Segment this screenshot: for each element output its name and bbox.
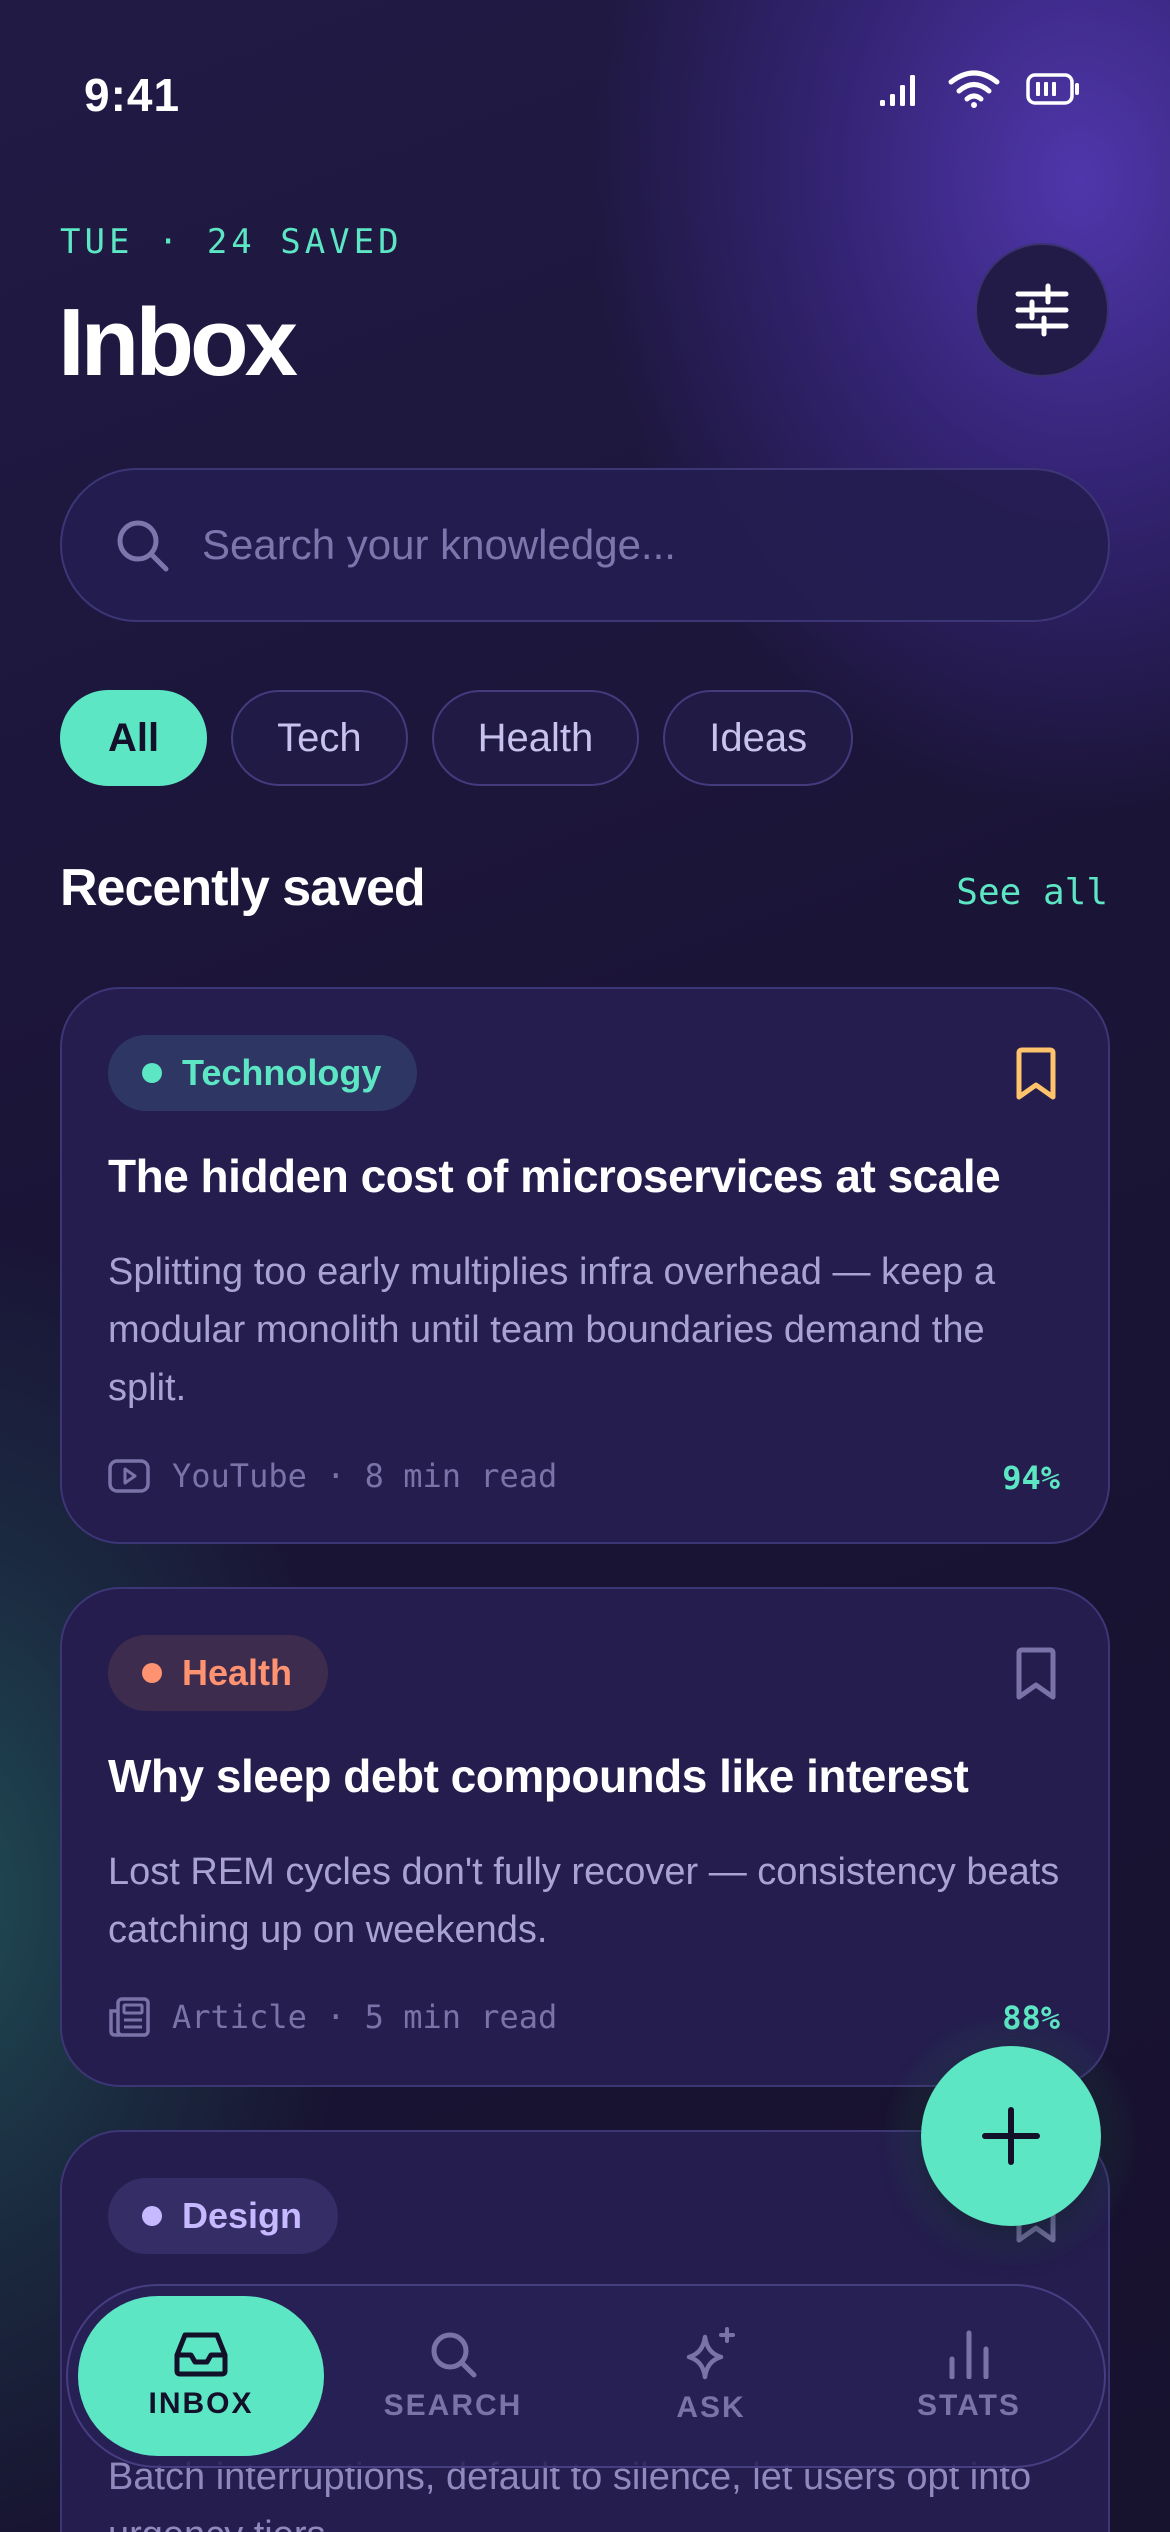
chip-ideas[interactable]: Ideas: [663, 690, 854, 786]
sparkle-icon: [686, 2327, 735, 2380]
section-title: Recently saved: [60, 859, 426, 917]
tab-label: ASK: [676, 2391, 746, 2424]
card-title: Why sleep debt compounds like interest: [108, 1750, 969, 1802]
plus-icon: [982, 2107, 1040, 2165]
card-meta: YouTube · 8 min read: [108, 1457, 557, 1495]
bar-chart-icon: [949, 2330, 989, 2379]
inbox-icon: [174, 2332, 228, 2377]
bookmark-button[interactable]: [1014, 1047, 1058, 1106]
header-eyebrow: TUE · 24 SAVED: [60, 222, 403, 262]
search-bar[interactable]: [60, 468, 1110, 622]
card-meta: Article · 5 min read: [108, 1997, 557, 2037]
chip-tech[interactable]: Tech: [231, 690, 408, 786]
relevance-score: 94%: [1002, 1459, 1060, 1497]
bookmark-filled-icon: [1016, 1047, 1056, 1100]
bookmark-outline-icon: [1016, 1647, 1056, 1700]
tag-label: Health: [182, 1652, 293, 1693]
tag-dot: [142, 1663, 162, 1683]
status-time: 9:41: [84, 69, 181, 121]
wifi-icon: [948, 70, 1000, 108]
tab-ask[interactable]: ASK: [588, 2296, 834, 2456]
chip-health[interactable]: Health: [431, 690, 640, 786]
add-item-button[interactable]: [921, 2046, 1101, 2226]
card-title: The hidden cost of microservices at scal…: [108, 1150, 1001, 1202]
category-tag[interactable]: Technology: [108, 1035, 418, 1111]
saved-card[interactable]: Health Why sleep debt compounds like int…: [60, 1587, 1110, 2087]
tab-stats[interactable]: STATS: [846, 2296, 1092, 2456]
filter-chips: All Tech Health Ideas: [60, 690, 854, 786]
search-input[interactable]: [202, 521, 1042, 569]
card-description: Lost REM cycles don't fully recover — co…: [108, 1851, 1060, 1951]
tab-label: SEARCH: [383, 2389, 523, 2422]
card-meta-text: Article · 5 min read: [172, 1998, 558, 2036]
tab-bar: INBOX SEARCH ASK STATS: [66, 2284, 1106, 2468]
status-bar: 9:41: [0, 0, 1170, 190]
search-icon: [117, 520, 169, 572]
status-icons: [880, 70, 1080, 108]
category-tag[interactable]: Health: [108, 1635, 329, 1711]
play-icon: [108, 1459, 150, 1493]
tag-dot: [142, 2206, 162, 2226]
sliders-icon: [1015, 283, 1069, 337]
tag-label: Technology: [182, 1052, 382, 1093]
battery-icon: [1026, 73, 1079, 105]
category-tag[interactable]: Design: [108, 2178, 339, 2254]
see-all-link[interactable]: See all: [956, 872, 1108, 913]
saved-card[interactable]: Technology The hidden cost of microservi…: [60, 987, 1110, 1544]
tab-label: STATS: [917, 2389, 1021, 2422]
tag-dot: [142, 1063, 162, 1083]
tag-label: Design: [182, 2195, 303, 2236]
tab-inbox[interactable]: INBOX: [78, 2296, 324, 2456]
filter-settings-button[interactable]: [975, 243, 1109, 377]
newspaper-icon: [109, 1997, 150, 2037]
cellular-signal-icon: [880, 75, 915, 106]
page-title: Inbox: [58, 289, 298, 396]
card-meta-text: YouTube · 8 min read: [172, 1457, 558, 1495]
bookmark-button[interactable]: [1014, 1647, 1058, 1706]
tab-label: INBOX: [148, 2387, 254, 2420]
tab-search[interactable]: SEARCH: [330, 2296, 576, 2456]
search-icon: [431, 2332, 477, 2378]
chip-all[interactable]: All: [60, 690, 208, 786]
card-description: Splitting too early multiplies infra ove…: [108, 1251, 996, 1409]
